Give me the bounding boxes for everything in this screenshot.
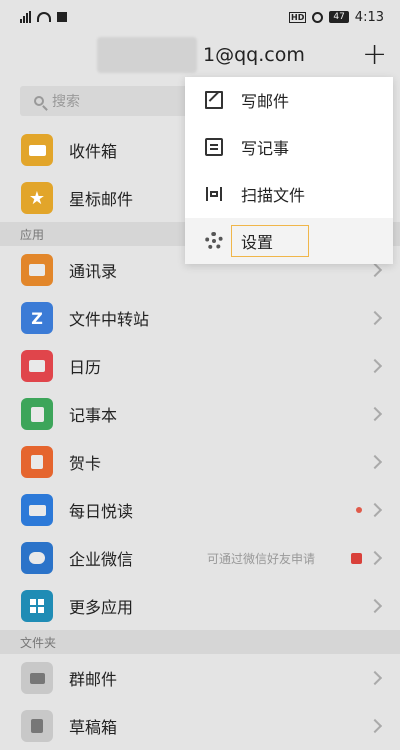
mail-home-screen: HD 47 4:13 1@qq.com + 搜索 收件箱 ★ 星标邮件 应用 通… — [0, 0, 400, 750]
transfer-icon: Z — [21, 302, 53, 334]
account-email[interactable]: 1@qq.com — [203, 44, 305, 66]
list-item-label: 星标邮件 — [69, 190, 134, 209]
chevron-right-icon — [367, 502, 383, 518]
group-mail-icon — [21, 662, 53, 694]
status-time: 4:13 — [354, 9, 384, 25]
chevron-right-icon — [367, 358, 383, 374]
settings-gear-icon — [205, 232, 223, 250]
list-item-wework[interactable]: 企业微信 可通过微信好友申请 — [0, 534, 400, 582]
red-packet-icon — [351, 552, 362, 564]
list-item-label: 通讯录 — [69, 262, 118, 281]
list-item-label: 日历 — [69, 358, 102, 377]
chevron-right-icon — [367, 550, 383, 566]
list-item-daily-reading[interactable]: 每日悦读 — [0, 486, 400, 534]
section-header-folders: 文件夹 — [0, 630, 400, 656]
list-item-drafts[interactable]: 草稿箱 — [0, 702, 400, 750]
list-item-file-transfer[interactable]: Z 文件中转站 — [0, 294, 400, 342]
compose-icon — [205, 91, 223, 109]
hd-badge: HD — [289, 11, 307, 23]
inbox-icon — [21, 134, 53, 166]
wework-icon — [21, 542, 53, 574]
note-icon — [205, 138, 223, 156]
menu-item-scan-file[interactable]: 扫描文件 — [185, 171, 393, 217]
chevron-right-icon — [367, 310, 383, 326]
menu-item-label: 写记事 — [241, 139, 290, 158]
status-bar: HD 47 4:13 — [0, 0, 400, 34]
list-item-label: 草稿箱 — [69, 718, 118, 737]
account-name-blurred — [97, 37, 197, 73]
list-item-more-apps[interactable]: 更多应用 — [0, 582, 400, 630]
list-item-label: 收件箱 — [69, 142, 118, 161]
list-item-label: 企业微信 — [69, 550, 134, 569]
notepad-icon — [21, 398, 53, 430]
menu-item-label: 设置 — [241, 233, 274, 252]
list-item-calendar[interactable]: 日历 — [0, 342, 400, 390]
notification-icon — [57, 12, 67, 22]
menu-item-label: 扫描文件 — [241, 186, 306, 205]
add-button[interactable]: + — [362, 40, 387, 70]
wifi-icon — [37, 12, 51, 22]
list-item-greeting-card[interactable]: 贺卡 — [0, 438, 400, 486]
header: 1@qq.com + — [0, 34, 400, 80]
alarm-icon — [312, 11, 324, 23]
menu-item-compose[interactable]: 写邮件 — [185, 77, 393, 123]
list-item-label: 文件中转站 — [69, 310, 150, 329]
menu-item-write-note[interactable]: 写记事 — [185, 124, 393, 170]
drafts-icon — [21, 710, 53, 742]
unread-dot — [356, 507, 362, 513]
list-item-label: 每日悦读 — [69, 502, 134, 521]
chevron-right-icon — [367, 262, 383, 278]
reading-icon — [21, 494, 53, 526]
calendar-icon — [21, 350, 53, 382]
list-item-group-mail[interactable]: 群邮件 — [0, 654, 400, 702]
wework-hint: 可通过微信好友申请 — [207, 551, 316, 566]
list-item-label: 群邮件 — [69, 670, 118, 689]
scan-icon — [205, 185, 223, 203]
chevron-right-icon — [367, 406, 383, 422]
menu-item-label: 写邮件 — [241, 92, 290, 111]
list-item-label: 贺卡 — [69, 454, 102, 473]
add-popup-menu: 写邮件 写记事 扫描文件 设置 — [185, 77, 393, 264]
signal-icon — [20, 11, 31, 23]
chevron-right-icon — [367, 598, 383, 614]
list-item-label: 更多应用 — [69, 598, 134, 617]
list-item-label: 记事本 — [69, 406, 118, 425]
list-item-notepad[interactable]: 记事本 — [0, 390, 400, 438]
chevron-right-icon — [367, 670, 383, 686]
chevron-right-icon — [367, 718, 383, 734]
battery-icon: 47 — [329, 11, 349, 23]
search-placeholder: 搜索 — [52, 94, 80, 110]
chevron-right-icon — [367, 454, 383, 470]
more-apps-icon — [21, 590, 53, 622]
search-icon — [34, 96, 44, 106]
contacts-icon — [21, 254, 53, 286]
menu-item-settings[interactable]: 设置 — [185, 218, 393, 264]
star-icon: ★ — [21, 182, 53, 214]
card-icon — [21, 446, 53, 478]
